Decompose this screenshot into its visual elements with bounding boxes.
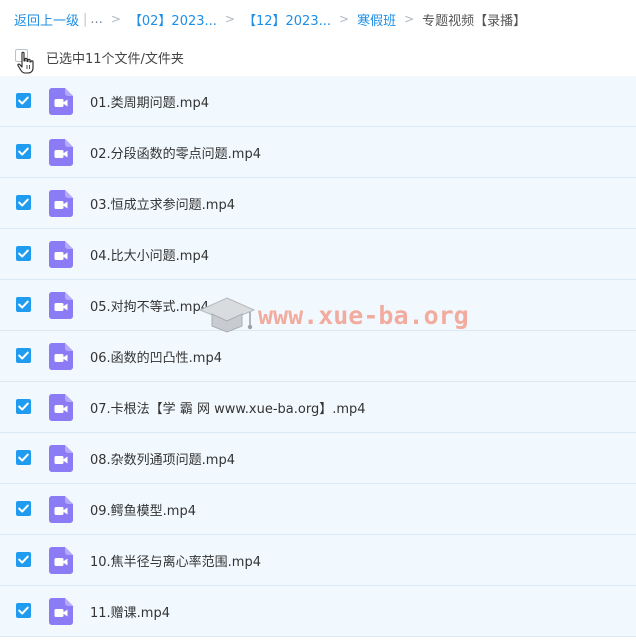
video-file-icon xyxy=(49,445,73,472)
breadcrumb-separator: | xyxy=(83,11,88,27)
video-file-icon xyxy=(49,241,73,268)
checkmark-icon xyxy=(18,504,29,513)
video-file-icon xyxy=(49,343,73,370)
back-link[interactable]: 返回上一级 xyxy=(14,10,79,29)
file-checkbox[interactable] xyxy=(16,144,31,159)
breadcrumb-ellipsis[interactable]: ... xyxy=(90,12,102,27)
breadcrumb-arrow: > xyxy=(404,12,415,26)
breadcrumb-current: 专题视频【录播】 xyxy=(422,13,527,29)
file-checkbox[interactable] xyxy=(16,246,31,261)
file-checkbox[interactable] xyxy=(16,501,31,516)
file-row[interactable]: 08.杂数列通项问题.mp4 xyxy=(0,433,636,484)
checkmark-icon xyxy=(18,555,29,564)
checkmark-icon xyxy=(18,249,29,258)
file-name[interactable]: 06.函数的凹凸性.mp4 xyxy=(90,347,222,366)
file-name[interactable]: 09.鳄鱼模型.mp4 xyxy=(90,500,196,519)
file-list: 01.类周期问题.mp4 02.分段函数的零点问题.mp4 03.恒成立求参问题… xyxy=(0,76,636,637)
video-file-icon xyxy=(49,292,73,319)
file-row[interactable]: 01.类周期问题.mp4 xyxy=(0,76,636,127)
file-name[interactable]: 10.焦半径与离心率范围.mp4 xyxy=(90,551,261,570)
file-checkbox[interactable] xyxy=(16,297,31,312)
file-checkbox[interactable] xyxy=(16,603,31,618)
selection-count-text: 已选中11个文件/文件夹 xyxy=(46,52,184,67)
hand-pointer-icon xyxy=(17,51,34,74)
checkmark-icon xyxy=(18,351,29,360)
breadcrumb-item-12[interactable]: 【12】2023... xyxy=(243,10,331,29)
file-name[interactable]: 07.卡根法【学 霸 网 www.xue-ba.org】.mp4 xyxy=(90,398,366,417)
file-checkbox[interactable] xyxy=(16,348,31,363)
file-checkbox[interactable] xyxy=(16,399,31,414)
breadcrumb-item-02[interactable]: 【02】2023... xyxy=(129,10,217,29)
file-name[interactable]: 04.比大小问题.mp4 xyxy=(90,245,209,264)
checkmark-icon xyxy=(18,402,29,411)
file-row[interactable]: 09.鳄鱼模型.mp4 xyxy=(0,484,636,535)
file-row[interactable]: 03.恒成立求参问题.mp4 xyxy=(0,178,636,229)
file-name[interactable]: 05.对拘不等式.mp4 xyxy=(90,296,209,315)
breadcrumb-item-winter-class[interactable]: 寒假班 xyxy=(357,10,396,29)
video-file-icon xyxy=(49,496,73,523)
video-file-icon xyxy=(49,88,73,115)
file-name[interactable]: 08.杂数列通项问题.mp4 xyxy=(90,449,235,468)
checkmark-icon xyxy=(18,300,29,309)
video-file-icon xyxy=(49,394,73,421)
video-file-icon xyxy=(49,190,73,217)
file-checkbox[interactable] xyxy=(16,450,31,465)
video-file-icon xyxy=(49,598,73,625)
video-file-icon xyxy=(49,139,73,166)
breadcrumb-arrow: > xyxy=(339,12,350,26)
checkmark-icon xyxy=(18,96,29,105)
file-checkbox[interactable] xyxy=(16,93,31,108)
breadcrumb: 返回上一级 | ... > 【02】2023... > 【12】2023... … xyxy=(14,9,526,29)
selection-bar: 已选中11个文件/文件夹 xyxy=(0,42,636,74)
checkmark-icon xyxy=(18,198,29,207)
file-row[interactable]: 06.函数的凹凸性.mp4 xyxy=(0,331,636,382)
file-row[interactable]: 05.对拘不等式.mp4 xyxy=(0,280,636,331)
file-row[interactable]: 07.卡根法【学 霸 网 www.xue-ba.org】.mp4 xyxy=(0,382,636,433)
file-name[interactable]: 02.分段函数的零点问题.mp4 xyxy=(90,143,261,162)
file-name[interactable]: 03.恒成立求参问题.mp4 xyxy=(90,194,235,213)
checkmark-icon xyxy=(18,453,29,462)
file-name[interactable]: 11.赠课.mp4 xyxy=(90,602,170,621)
file-row[interactable]: 11.赠课.mp4 xyxy=(0,586,636,637)
checkmark-icon xyxy=(18,147,29,156)
breadcrumb-arrow: > xyxy=(224,12,235,26)
checkmark-icon xyxy=(18,606,29,615)
file-row[interactable]: 02.分段函数的零点问题.mp4 xyxy=(0,127,636,178)
file-row[interactable]: 04.比大小问题.mp4 xyxy=(0,229,636,280)
breadcrumb-arrow: > xyxy=(110,12,121,26)
file-checkbox[interactable] xyxy=(16,195,31,210)
file-checkbox[interactable] xyxy=(16,552,31,567)
video-file-icon xyxy=(49,547,73,574)
file-name[interactable]: 01.类周期问题.mp4 xyxy=(90,92,209,111)
file-row[interactable]: 10.焦半径与离心率范围.mp4 xyxy=(0,535,636,586)
